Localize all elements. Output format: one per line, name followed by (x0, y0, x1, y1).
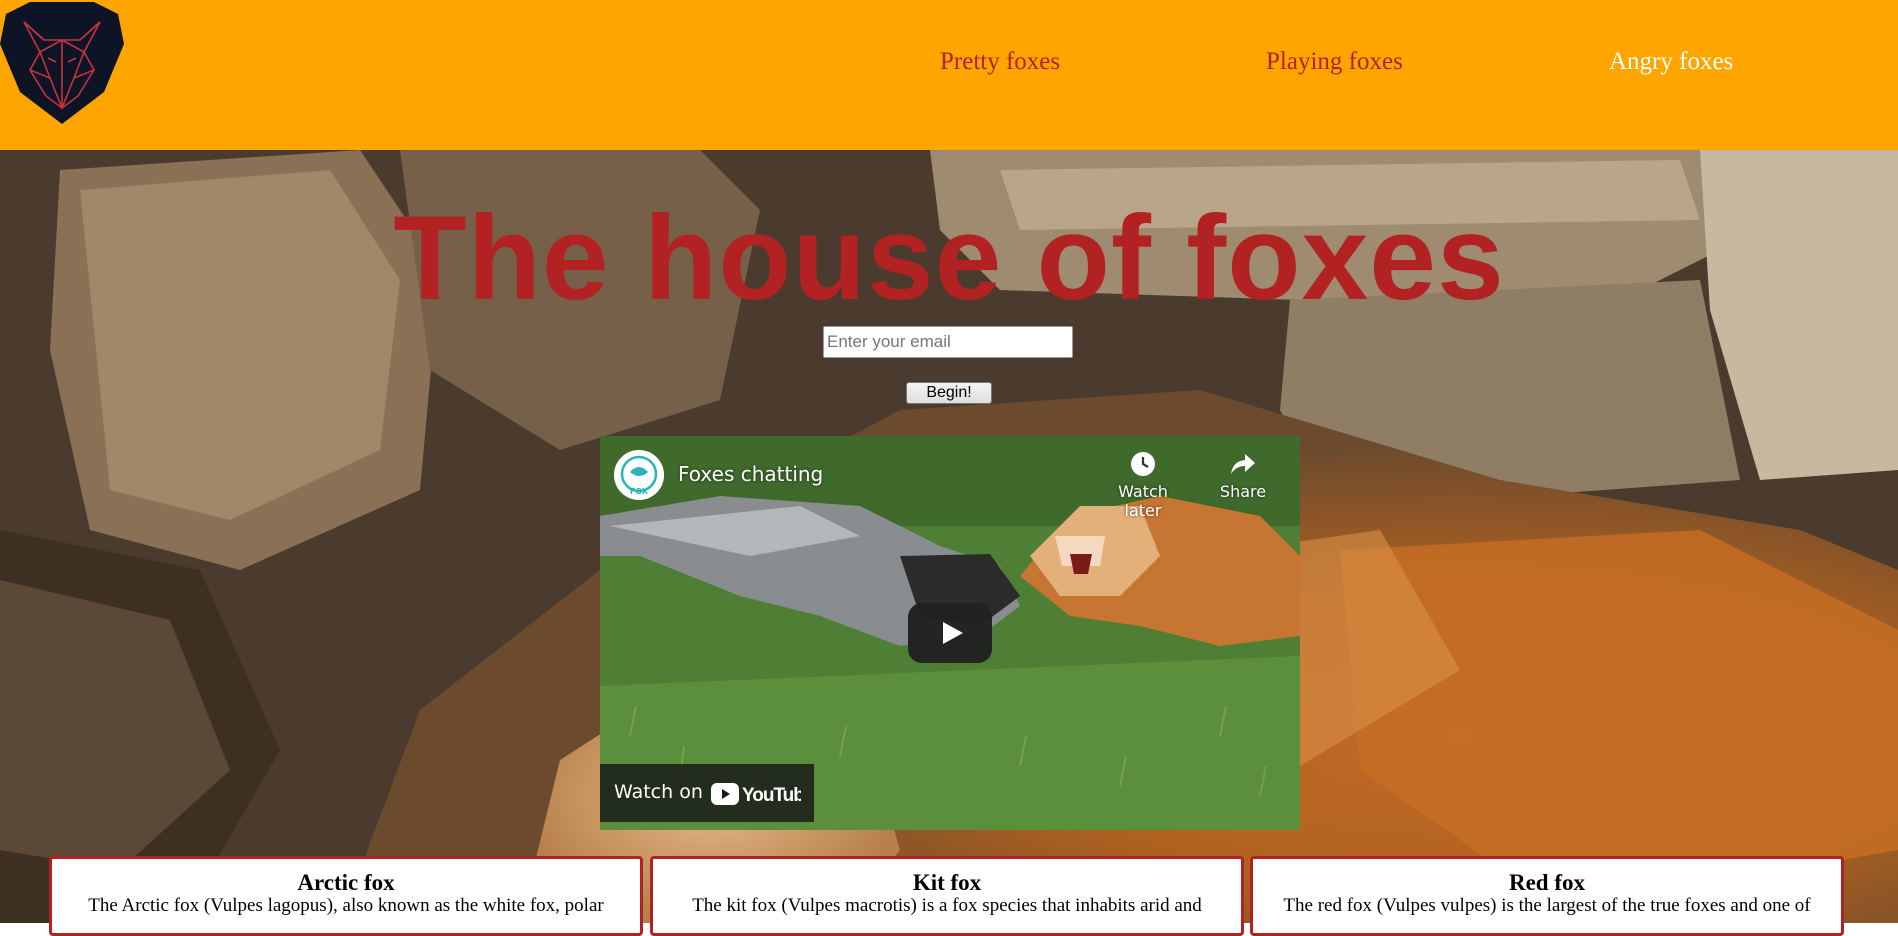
youtube-video-embed[interactable]: FOX Foxes chatting Watch later Share Wat… (600, 436, 1300, 830)
channel-badge-text: FOX (630, 487, 649, 496)
youtube-logo-icon: YouTube (711, 783, 801, 805)
nav-link-angry-foxes[interactable]: Angry foxes (1609, 48, 1733, 76)
card-title: Arctic fox (297, 870, 395, 895)
watch-later-label: Watch later (1118, 482, 1168, 520)
share-button[interactable]: Share (1198, 450, 1288, 501)
clock-icon (1131, 452, 1155, 476)
channel-avatar[interactable]: FOX (614, 450, 664, 500)
card-kit-fox: Kit fox The kit fox (Vulpes macrotis) is… (650, 856, 1244, 936)
video-title[interactable]: Foxes chatting (678, 462, 823, 486)
share-label: Share (1219, 482, 1267, 501)
card-text: The Arctic fox (Vulpes lagopus), also kn… (88, 895, 604, 916)
play-icon[interactable] (908, 603, 992, 663)
hero-section: The house of foxes Begin! FOX (0, 150, 1898, 923)
watch-later-button[interactable]: Watch later (1098, 450, 1188, 520)
begin-button[interactable]: Begin! (906, 382, 992, 404)
card-text: The red fox (Vulpes vulpes) is the large… (1283, 895, 1811, 916)
card-title: Red fox (1508, 870, 1586, 895)
email-input[interactable] (823, 326, 1073, 358)
card-arctic-fox: Arctic fox The Arctic fox (Vulpes lagopu… (49, 856, 643, 936)
top-nav-bar: Pretty foxes Playing foxes Angry foxes (0, 0, 1898, 150)
nav-link-pretty-foxes[interactable]: Pretty foxes (940, 48, 1060, 76)
watch-on-label: Watch on (614, 781, 703, 803)
fox-logo-icon[interactable] (0, 0, 124, 126)
nav-link-playing-foxes[interactable]: Playing foxes (1266, 48, 1403, 76)
share-icon (1231, 454, 1255, 474)
card-text: The kit fox (Vulpes macrotis) is a fox s… (692, 895, 1202, 916)
card-title: Kit fox (912, 870, 982, 895)
youtube-brand-text: YouTube (742, 785, 801, 805)
card-red-fox: Red fox The red fox (Vulpes vulpes) is t… (1250, 856, 1844, 936)
watch-on-youtube-link[interactable]: Watch on YouTube (600, 764, 814, 822)
page-title: The house of foxes (393, 191, 1505, 325)
